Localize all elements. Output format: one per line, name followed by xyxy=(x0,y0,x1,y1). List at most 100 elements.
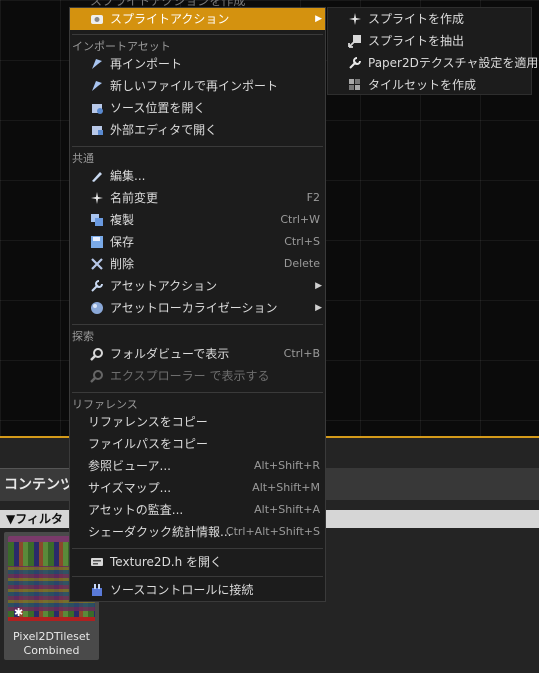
menu-item-open-header[interactable]: Texture2D.h を開く xyxy=(70,551,325,573)
separator xyxy=(72,392,323,393)
section-header-common: 共通 xyxy=(72,152,94,165)
menu-item-label: アセットアクション xyxy=(110,279,218,293)
menu-item-label: スプライトを作成 xyxy=(368,12,465,26)
menu-item-reimport-new-file[interactable]: 新しいファイルで再インポート xyxy=(70,75,325,97)
submenu-arrow-icon: ▶ xyxy=(315,303,322,313)
menu-item-label: エクスプローラー で表示する xyxy=(110,369,270,383)
shortcut-label: Alt+Shift+M xyxy=(252,481,320,494)
reimport-icon xyxy=(92,59,102,69)
menu-item-copy-reference[interactable]: リファレンスをコピー xyxy=(70,411,325,433)
menu-item-label: シェーダクック統計情報... xyxy=(88,525,232,539)
menu-item-label: 再インポート xyxy=(110,57,183,71)
separator xyxy=(72,548,323,549)
edit-icon xyxy=(92,172,102,182)
section-header-import: インポートアセット xyxy=(72,40,171,53)
asset-badge-icon: ✱ xyxy=(14,606,24,619)
apply-settings-icon xyxy=(349,57,361,69)
menu-item-label: タイルセットを作成 xyxy=(368,78,477,92)
menu-item-extract-sprite[interactable]: スプライトを抽出 xyxy=(328,30,531,52)
menu-item-shader-cook-stats[interactable]: シェーダクック統計情報... Ctrl+Alt+Shift+S xyxy=(70,521,325,543)
menu-item-source-control[interactable]: ソースコントロールに接続 xyxy=(70,579,325,601)
context-menu: スプライトアクション ▶ インポートアセット 再インポート 新しいファイルで再イ… xyxy=(69,7,326,602)
menu-item-copy-file-path[interactable]: ファイルパスをコピー xyxy=(70,433,325,455)
menu-item-reimport[interactable]: 再インポート xyxy=(70,53,325,75)
asset-name-line1: Pixel2DTileset xyxy=(13,630,90,643)
magnifier-icon xyxy=(90,370,103,383)
external-editor-icon xyxy=(92,126,103,135)
menu-item-reference-viewer[interactable]: 参照ビューア... Alt+Shift+R xyxy=(70,455,325,477)
tileset-icon xyxy=(349,79,360,90)
filter-button[interactable]: ▼フィルタ xyxy=(6,510,63,528)
menu-item-label: 保存 xyxy=(110,235,135,249)
menu-item-create-sprite[interactable]: スプライトを作成 xyxy=(328,8,531,30)
menu-item-asset-localization[interactable]: アセットローカライゼーション ▶ xyxy=(70,297,325,319)
shortcut-label: Ctrl+B xyxy=(283,347,320,360)
menu-item-create-tileset[interactable]: タイルセットを作成 xyxy=(328,74,531,96)
reimport-new-file-icon xyxy=(92,81,102,91)
menu-item-label: 新しいファイルで再インポート xyxy=(110,79,279,93)
menu-item-label: 参照ビューア... xyxy=(88,459,171,473)
separator xyxy=(72,576,323,577)
menu-item-label: 複製 xyxy=(110,213,135,227)
wrench-icon xyxy=(91,280,103,292)
shortcut-label: Ctrl+W xyxy=(280,213,320,226)
rename-icon xyxy=(91,192,103,204)
menu-item-label: スプライトアクション xyxy=(110,12,230,26)
menu-item-label: Texture2D.h を開く xyxy=(110,555,223,569)
menu-item-duplicate[interactable]: 複製 Ctrl+W xyxy=(70,209,325,231)
section-header-reference: リファレンス xyxy=(72,398,138,411)
open-source-location-icon xyxy=(92,104,103,114)
menu-item-external-editor[interactable]: 外部エディタで開く xyxy=(70,119,325,141)
menu-item-label: ファイルパスをコピー xyxy=(88,437,209,451)
shortcut-label: Ctrl+S xyxy=(284,235,320,248)
content-browser-tab-label: コンテンツ xyxy=(4,477,74,493)
source-control-icon xyxy=(92,584,102,596)
menu-item-label: Paper2Dテクスチャ設定を適用 xyxy=(368,56,539,70)
shortcut-label: Alt+Shift+R xyxy=(254,459,320,472)
menu-item-asset-actions[interactable]: アセットアクション ▶ xyxy=(70,275,325,297)
menu-item-label: サイズマップ... xyxy=(88,481,172,495)
create-sprite-icon xyxy=(349,13,361,25)
extract-sprite-icon xyxy=(348,35,361,48)
shortcut-label: Alt+Shift+A xyxy=(254,503,320,516)
menu-item-label: スプライトを抽出 xyxy=(368,34,465,48)
globe-icon xyxy=(91,302,103,314)
menu-item-label: アセットローカライゼーション xyxy=(110,301,278,315)
submenu-arrow-icon: ▶ xyxy=(315,14,322,24)
menu-item-sprite-action[interactable]: スプライトアクション ▶ xyxy=(70,8,325,30)
menu-item-label: ソースコントロールに接続 xyxy=(110,583,254,597)
menu-item-label: 名前変更 xyxy=(110,191,159,205)
asset-name-line2: Combined xyxy=(23,644,80,657)
menu-item-delete[interactable]: 削除 Delete xyxy=(70,253,325,275)
menu-item-label: リファレンスをコピー xyxy=(88,415,208,429)
duplicate-icon xyxy=(91,214,103,226)
save-icon xyxy=(91,236,103,248)
shortcut-label: Delete xyxy=(283,257,320,270)
code-file-icon xyxy=(91,558,103,566)
menu-item-open-source-location[interactable]: ソース位置を開く xyxy=(70,97,325,119)
separator xyxy=(72,324,323,325)
menu-item-rename[interactable]: 名前変更 F2 xyxy=(70,187,325,209)
sprite-action-icon xyxy=(91,15,103,24)
separator xyxy=(72,146,323,147)
sprite-action-submenu: スプライトを作成 スプライトを抽出 Paper2Dテクスチャ設定を適用 タイルセ… xyxy=(327,7,538,96)
menu-item-edit[interactable]: 編集... xyxy=(70,165,325,187)
menu-item-show-in-folder-view[interactable]: フォルダビューで表示 Ctrl+B xyxy=(70,343,325,365)
menu-item-asset-audit[interactable]: アセットの監査... Alt+Shift+A xyxy=(70,499,325,521)
menu-item-label: ソース位置を開く xyxy=(110,101,206,115)
menu-item-label: フォルダビューで表示 xyxy=(110,347,230,361)
shortcut-label: F2 xyxy=(306,191,320,204)
menu-item-show-in-explorer[interactable]: エクスプローラー で表示する xyxy=(70,365,325,387)
menu-item-label: 外部エディタで開く xyxy=(110,123,218,137)
separator xyxy=(72,34,323,35)
section-header-explore: 探索 xyxy=(72,330,94,343)
menu-item-size-map[interactable]: サイズマップ... Alt+Shift+M xyxy=(70,477,325,499)
magnifier-icon xyxy=(90,348,103,361)
menu-item-apply-paper2d-settings[interactable]: Paper2Dテクスチャ設定を適用 xyxy=(328,52,538,74)
delete-icon xyxy=(91,258,103,270)
menu-item-label: 編集... xyxy=(110,169,146,183)
menu-item-label: 削除 xyxy=(110,257,135,271)
menu-item-save[interactable]: 保存 Ctrl+S xyxy=(70,231,325,253)
asset-name: Pixel2DTileset Combined xyxy=(4,630,99,658)
menu-item-label: アセットの監査... xyxy=(88,503,184,517)
